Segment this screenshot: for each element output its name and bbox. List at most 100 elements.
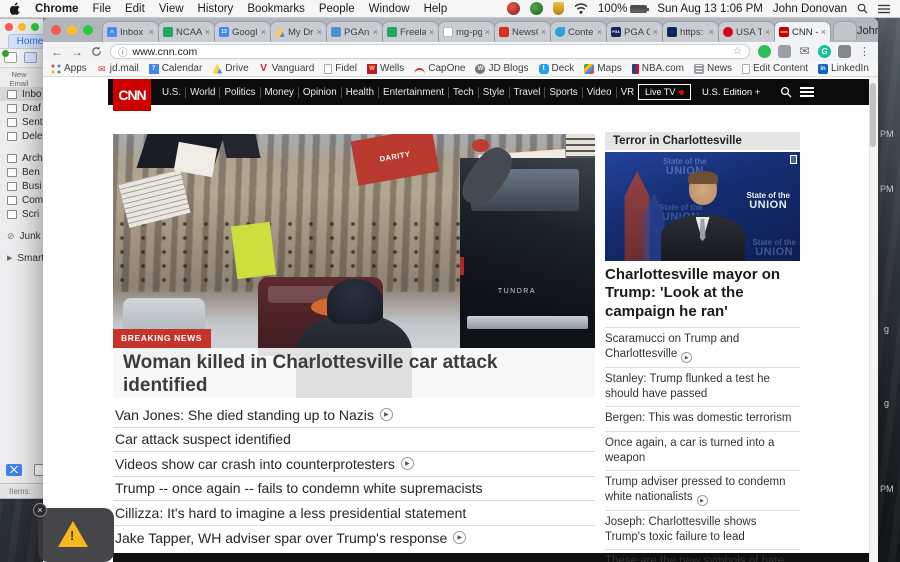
mail-smart-folders[interactable]: ▶Smart F	[0, 251, 43, 265]
tab-close-icon[interactable]: ×	[709, 27, 714, 37]
chrome-traffic-lights[interactable]	[51, 25, 93, 35]
menu-edit[interactable]: Edit	[125, 3, 145, 15]
chrome-menu-icon[interactable]: ⋮	[859, 45, 870, 58]
bookmark-apps[interactable]: Apps	[51, 63, 87, 74]
tab-mg-pg[interactable]: mg-pg×	[438, 21, 495, 42]
status-app-icon-green[interactable]	[530, 2, 543, 15]
lead-headline[interactable]: Woman killed in Charlottesville car atta…	[113, 348, 595, 398]
live-tv-button[interactable]: Live TV	[638, 84, 691, 100]
cnn-search-icon[interactable]	[780, 86, 792, 98]
extension-icon-mail[interactable]: ✉	[798, 45, 811, 58]
apple-menu-icon[interactable]	[10, 2, 21, 15]
menu-people[interactable]: People	[319, 3, 355, 15]
bookmark-maps[interactable]: Maps	[584, 63, 621, 74]
bookmark-deck[interactable]: tDeck	[539, 63, 575, 74]
panel-link[interactable]: These are the new symbols of hate	[605, 549, 800, 562]
page-scrollbar-track[interactable]	[869, 77, 878, 562]
tab-close-icon[interactable]: ×	[149, 27, 154, 37]
extension-icon-grammarly[interactable]: G	[818, 45, 831, 58]
tab-usa-today[interactable]: USA T×	[718, 21, 775, 42]
bookmark-wells[interactable]: WWells	[367, 63, 404, 74]
menu-help[interactable]: Help	[424, 3, 448, 15]
tab-close-icon[interactable]: ×	[429, 27, 434, 37]
nav-sports[interactable]: Sports	[545, 87, 582, 98]
panel-link[interactable]: Stanley: Trump flunked a test he should …	[605, 367, 800, 406]
menu-view[interactable]: View	[159, 3, 184, 15]
bookmark-star-icon[interactable]: ☆	[733, 46, 742, 57]
nav-money[interactable]: Money	[261, 87, 299, 98]
battery-indicator[interactable]: 100%	[598, 3, 647, 15]
site-info-icon[interactable]: ⓘ	[118, 45, 128, 59]
menu-bookmarks[interactable]: Bookmarks	[247, 3, 305, 15]
calendar-mode-icon[interactable]	[34, 464, 43, 476]
story-link[interactable]: Videos show car crash into counterprotes…	[113, 452, 595, 477]
bookmark-vanguard[interactable]: VVanguard	[259, 63, 315, 74]
page-scrollbar-thumb[interactable]	[870, 83, 876, 147]
bookmark-fidelity[interactable]: Fidel	[324, 63, 357, 74]
story-link[interactable]: Trump -- once again -- fails to condemn …	[113, 477, 595, 502]
tab-close-icon[interactable]: ×	[597, 27, 602, 37]
mail-folder[interactable]: Ben	[0, 165, 43, 179]
status-app-icon-red[interactable]	[507, 2, 520, 15]
tab-close-icon[interactable]: ×	[541, 27, 546, 37]
tab-close-icon[interactable]: ×	[653, 27, 658, 37]
back-button[interactable]: ←	[51, 46, 63, 58]
tab-ncaa[interactable]: NCAA×	[158, 21, 215, 42]
tab-close-icon[interactable]: ×	[317, 27, 322, 37]
panel-link[interactable]: Once again, a car is turned into a weapo…	[605, 431, 800, 470]
bookmark-drive[interactable]: Drive	[212, 63, 248, 74]
tab-google-cal[interactable]: 13Googl×	[214, 21, 271, 42]
story-link[interactable]: Jake Tapper, WH adviser spar over Trump'…	[113, 526, 595, 551]
edition-selector[interactable]: U.S. Edition +	[702, 87, 760, 98]
mail-mode-icon[interactable]	[6, 464, 22, 476]
panel-video-thumbnail[interactable]: State of theUNION State of theUNION Stat…	[605, 152, 800, 261]
extension-icon-gray[interactable]	[778, 45, 791, 58]
menu-clock[interactable]: Sun Aug 13 1:06 PM	[657, 3, 763, 15]
tab-pgan[interactable]: PGAn×	[326, 21, 383, 42]
nav-style[interactable]: Style	[479, 87, 510, 98]
mail-folder-junk[interactable]: ⊘Junk	[0, 229, 43, 243]
bookmark-capone[interactable]: CapOne	[414, 63, 465, 74]
spotlight-search-icon[interactable]	[857, 3, 868, 14]
menu-history[interactable]: History	[198, 3, 234, 15]
nav-world[interactable]: World	[186, 87, 220, 98]
forward-button[interactable]: →	[71, 46, 83, 58]
tab-pga[interactable]: PGAPGA C×	[606, 21, 663, 42]
mail-folder-deleted[interactable]: Dele	[0, 129, 43, 143]
mail-traffic-lights[interactable]	[5, 23, 39, 31]
menu-user-name[interactable]: John Donovan	[773, 3, 847, 15]
tab-my-drive[interactable]: My Dr×	[270, 21, 327, 42]
url-text[interactable]: www.cnn.com	[133, 46, 198, 58]
nav-politics[interactable]: Politics	[220, 87, 260, 98]
cnn-logo[interactable]: CNN	[113, 79, 151, 111]
tab-close-icon[interactable]: ×	[765, 27, 770, 37]
bookmark-linkedin[interactable]: inLinkedIn	[818, 63, 869, 74]
tab-close-icon[interactable]: ×	[821, 27, 826, 37]
panel-lead-headline[interactable]: Charlottesville mayor on Trump: 'Look at…	[605, 261, 800, 327]
cnn-menu-icon[interactable]	[800, 87, 814, 99]
mail-tab-home[interactable]: Home	[8, 34, 43, 48]
mail-folder-archive[interactable]: Arch	[0, 151, 43, 165]
shield-icon[interactable]	[553, 2, 564, 15]
nav-entertainment[interactable]: Entertainment	[379, 87, 449, 98]
nav-opinion[interactable]: Opinion	[299, 87, 342, 98]
bookmark-nba[interactable]: NBA.com	[632, 63, 684, 74]
notification-center-icon[interactable]	[878, 4, 890, 14]
story-link[interactable]: Car attack suspect identified	[113, 428, 595, 453]
extension-icon-green[interactable]	[758, 45, 771, 58]
panel-link[interactable]: Bergen: This was domestic terrorism	[605, 406, 800, 430]
chrome-profile-name[interactable]: John	[857, 23, 878, 37]
tab-content[interactable]: Conte×	[550, 21, 607, 42]
nav-video[interactable]: Video	[583, 87, 617, 98]
nav-travel[interactable]: Travel	[510, 87, 546, 98]
tab-close-icon[interactable]: ×	[373, 27, 378, 37]
menu-app-name[interactable]: Chrome	[35, 3, 78, 15]
new-tab-button[interactable]	[833, 21, 857, 40]
story-link[interactable]: Van Jones: She died standing up to Nazis…	[113, 403, 595, 428]
bookmark-calendar[interactable]: 7Calendar	[149, 63, 203, 74]
tab-close-icon[interactable]: ×	[261, 27, 266, 37]
menu-window[interactable]: Window	[369, 3, 410, 15]
bookmark-edit-content[interactable]: Edit Content	[742, 63, 808, 74]
panel-link[interactable]: Joseph: Charlottesville shows Trump's to…	[605, 510, 800, 549]
tab-cnn-active[interactable]: cnnCNN -×	[774, 21, 831, 42]
